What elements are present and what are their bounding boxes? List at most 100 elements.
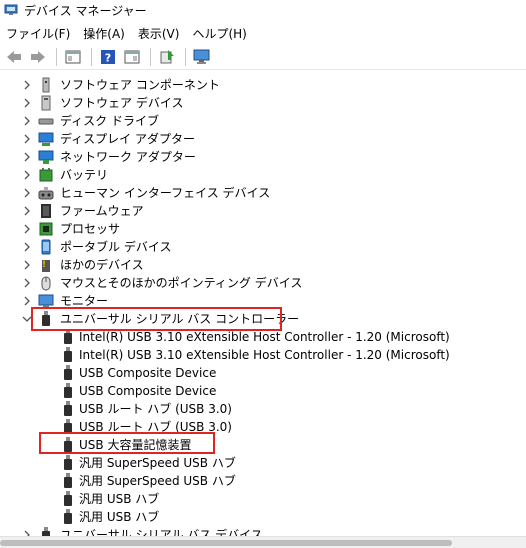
tree-category-display-adapter[interactable]: ディスプレイ アダプター: [0, 130, 526, 148]
usb-icon: [64, 365, 72, 380]
view-button[interactable]: [122, 47, 142, 67]
tree-category-monitor[interactable]: モニター: [0, 292, 526, 310]
properties-panel-button[interactable]: [63, 47, 83, 67]
tree-category-label: ファームウェア: [60, 204, 144, 218]
software-device-icon: [41, 95, 51, 111]
tree-device-item[interactable]: 汎用 SuperSpeed USB ハブ: [0, 472, 526, 490]
tree-device-label: USB ルート ハブ (USB 3.0): [79, 402, 232, 416]
other-device-icon: !: [42, 260, 50, 272]
toolbar-separator: [185, 47, 186, 66]
chevron-right-icon[interactable]: [22, 224, 32, 234]
menu-action[interactable]: 操作(A): [83, 23, 134, 44]
toolbar: ?: [0, 44, 526, 70]
tree-device-item[interactable]: USB ルート ハブ (USB 3.0): [0, 400, 526, 418]
tree-device-label: USB Composite Device: [79, 366, 217, 380]
menu-view[interactable]: 表示(V): [138, 23, 189, 44]
chevron-right-icon[interactable]: [22, 206, 32, 216]
chevron-right-icon[interactable]: [22, 152, 32, 162]
toolbar-separator: [56, 47, 57, 66]
tree-category-label: ポータブル デバイス: [60, 240, 172, 254]
monitor-scan-icon: [193, 49, 210, 64]
tree-category-label: ヒューマン インターフェイス デバイス: [60, 186, 271, 200]
tree-device-item[interactable]: 汎用 SuperSpeed USB ハブ: [0, 454, 526, 472]
monitor-icon: [38, 294, 54, 307]
usb-icon: [42, 311, 50, 326]
hid-icon: [38, 187, 54, 200]
horizontal-scrollbar[interactable]: [0, 536, 526, 548]
disk-drive-icon: [38, 118, 54, 125]
tree-device-label: Intel(R) USB 3.10 eXtensible Host Contro…: [79, 348, 450, 362]
chevron-down-icon[interactable]: [22, 314, 32, 324]
battery-icon: [39, 168, 53, 182]
tree-category-usb-controller[interactable]: ユニバーサル シリアル バス コントローラー: [0, 310, 526, 328]
chevron-right-icon[interactable]: [22, 260, 32, 270]
help-button[interactable]: ?: [98, 47, 118, 67]
menu-help[interactable]: ヘルプ(H): [192, 23, 255, 44]
tree-device-item[interactable]: Intel(R) USB 3.10 eXtensible Host Contro…: [0, 346, 526, 364]
usb-icon: [64, 401, 72, 416]
properties-panel-icon: [65, 50, 81, 63]
scrollbar-thumb[interactable]: [0, 540, 452, 546]
tree-category-label: ディスク ドライブ: [60, 114, 159, 128]
view-icon: [124, 50, 140, 63]
svg-text:?: ?: [105, 51, 111, 64]
menu-file[interactable]: ファイル(F): [6, 23, 79, 44]
chevron-right-icon[interactable]: [22, 116, 32, 126]
menu-bar: ファイル(F) 操作(A) 表示(V) ヘルプ(H): [0, 22, 526, 44]
mouse-icon: [41, 276, 51, 291]
chevron-right-icon[interactable]: [22, 278, 32, 288]
usb-icon: [64, 347, 72, 362]
back-button[interactable]: [4, 47, 24, 67]
tree-category-network-adapter[interactable]: ネットワーク アダプター: [0, 148, 526, 166]
forward-button[interactable]: [28, 47, 48, 67]
chevron-right-icon[interactable]: [22, 296, 32, 306]
tree-category-processor[interactable]: プロセッサ: [0, 220, 526, 238]
tree-category-disk-drive[interactable]: ディスク ドライブ: [0, 112, 526, 130]
tree-device-label: 汎用 USB ハブ: [79, 510, 160, 524]
chevron-right-icon[interactable]: [22, 188, 32, 198]
tree-device-item[interactable]: USB Composite Device: [0, 382, 526, 400]
chevron-right-icon[interactable]: [22, 134, 32, 144]
firmware-icon: [41, 204, 51, 218]
title-bar: デバイス マネージャー: [0, 0, 526, 20]
tree-category-hid[interactable]: ヒューマン インターフェイス デバイス: [0, 184, 526, 202]
tree-category-mouse[interactable]: マウスとそのほかのポインティング デバイス: [0, 274, 526, 292]
tree-device-item[interactable]: 汎用 USB ハブ: [0, 490, 526, 508]
help-icon: ?: [101, 49, 115, 64]
network-adapter-icon: [38, 150, 54, 164]
window-title: デバイス マネージャー: [24, 3, 147, 18]
chevron-right-icon[interactable]: [22, 170, 32, 180]
chevron-right-icon[interactable]: [22, 98, 32, 108]
usb-icon: [42, 527, 50, 536]
tree-category-label: モニター: [60, 294, 109, 308]
tree-device-item[interactable]: USB ルート ハブ (USB 3.0): [0, 418, 526, 436]
usb-icon: [64, 491, 72, 506]
usb-icon: [64, 329, 72, 344]
tree-category-usb-device[interactable]: ユニバーサル シリアル バス デバイス: [0, 526, 526, 536]
tree-device-item[interactable]: USB 大容量記憶装置: [0, 436, 526, 454]
usb-icon: [64, 455, 72, 470]
toolbar-separator: [91, 47, 92, 66]
tree-device-label: USB Composite Device: [79, 384, 217, 398]
tree-category-software-component[interactable]: ソフトウェア コンポーネント: [0, 76, 526, 94]
usb-icon: [64, 473, 72, 488]
tree-category-label: バッテリ: [60, 168, 109, 182]
tree-category-portable-device[interactable]: ポータブル デバイス: [0, 238, 526, 256]
tree-category-software-device[interactable]: ソフトウェア デバイス: [0, 94, 526, 112]
svg-text:!: !: [42, 260, 46, 270]
chevron-right-icon[interactable]: [22, 80, 32, 90]
tree-category-battery[interactable]: バッテリ: [0, 166, 526, 184]
device-manager-icon: [4, 4, 18, 15]
tree-device-label: USB 大容量記憶装置: [79, 438, 192, 452]
tree-device-label: 汎用 SuperSpeed USB ハブ: [79, 474, 236, 488]
tree-device-item[interactable]: 汎用 USB ハブ: [0, 508, 526, 526]
update-driver-button[interactable]: [157, 47, 177, 67]
tree-category-label: ディスプレイ アダプター: [60, 132, 195, 146]
chevron-right-icon[interactable]: [22, 242, 32, 252]
scan-hardware-button[interactable]: [192, 47, 212, 67]
tree-device-item[interactable]: Intel(R) USB 3.10 eXtensible Host Contro…: [0, 328, 526, 346]
tree-category-firmware[interactable]: ファームウェア: [0, 202, 526, 220]
tree-category-other-device[interactable]: ! ほかのデバイス: [0, 256, 526, 274]
tree-device-item[interactable]: USB Composite Device: [0, 364, 526, 382]
usb-icon: [64, 437, 72, 452]
